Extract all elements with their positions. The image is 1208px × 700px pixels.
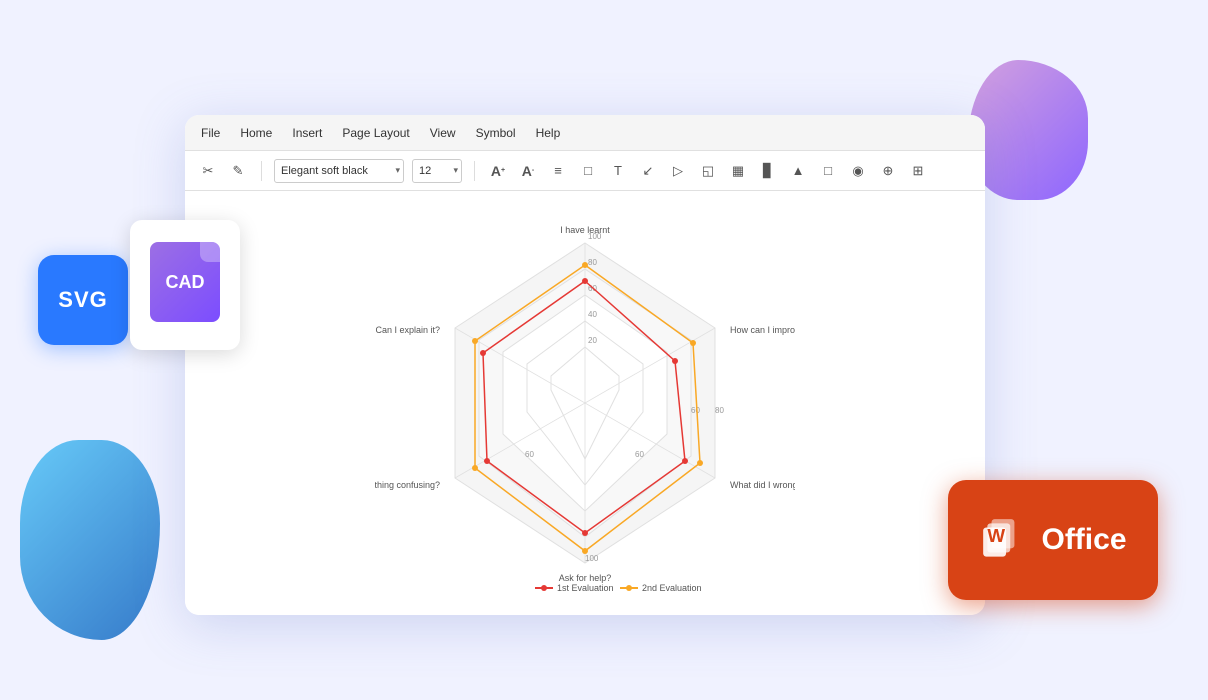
office-badge: W Office bbox=[948, 480, 1158, 600]
svg-text:1st Evaluation: 1st Evaluation bbox=[557, 583, 614, 593]
toolbar: ✂ ✎ Elegant soft black 12 A+ A- ≡ □ T ↙ … bbox=[185, 151, 985, 191]
font-name-select-wrap: Elegant soft black bbox=[274, 159, 404, 183]
bar-icon[interactable]: ▊ bbox=[757, 160, 779, 182]
menu-help[interactable]: Help bbox=[536, 126, 561, 140]
app-window: File Home Insert Page Layout View Symbol… bbox=[185, 115, 985, 615]
office-label: Office bbox=[1041, 523, 1126, 557]
canvas-area: 20 40 60 80 100 60 80 60 60 100 bbox=[185, 191, 985, 615]
font-grow-icon[interactable]: A+ bbox=[487, 160, 509, 182]
toolbar-separator-1 bbox=[261, 161, 262, 181]
font-size-select-wrap: 12 bbox=[412, 159, 462, 183]
svg-text:20: 20 bbox=[588, 336, 597, 345]
svg-text:Can I explain it?: Can I explain it? bbox=[375, 325, 440, 335]
menu-view[interactable]: View bbox=[430, 126, 456, 140]
menu-home[interactable]: Home bbox=[240, 126, 272, 140]
menu-insert[interactable]: Insert bbox=[292, 126, 322, 140]
arrow-icon[interactable]: ▷ bbox=[667, 160, 689, 182]
menu-symbol[interactable]: Symbol bbox=[476, 126, 516, 140]
font-size-select[interactable]: 12 bbox=[412, 159, 462, 183]
cad-file-badge: CAD bbox=[130, 220, 240, 350]
svg-file-badge: SVG bbox=[38, 255, 128, 345]
background-blob-purple bbox=[968, 60, 1088, 200]
rect-icon[interactable]: □ bbox=[577, 160, 599, 182]
background-blob-blue bbox=[20, 440, 160, 640]
triangle-icon[interactable]: ▲ bbox=[787, 160, 809, 182]
font-shrink-icon[interactable]: A- bbox=[517, 160, 539, 182]
toolbar-separator-2 bbox=[474, 161, 475, 181]
menu-bar: File Home Insert Page Layout View Symbol… bbox=[185, 115, 985, 151]
svg-text:Ask for help?: Ask for help? bbox=[559, 573, 612, 583]
table-icon[interactable]: ◱ bbox=[697, 160, 719, 182]
font-name-select[interactable]: Elegant soft black bbox=[274, 159, 404, 183]
svg-text:60: 60 bbox=[635, 450, 644, 459]
svg-text:60: 60 bbox=[525, 450, 534, 459]
menu-page-layout[interactable]: Page Layout bbox=[342, 126, 409, 140]
svg-text:60: 60 bbox=[691, 406, 700, 415]
svg-text:40: 40 bbox=[588, 310, 597, 319]
svg-text:80: 80 bbox=[715, 406, 724, 415]
svg-text:80: 80 bbox=[588, 258, 597, 267]
grid-icon[interactable]: ▦ bbox=[727, 160, 749, 182]
svg-text:What did I wrong?: What did I wrong? bbox=[730, 480, 795, 490]
shape-icon[interactable]: □ bbox=[817, 160, 839, 182]
svg-badge-label: SVG bbox=[58, 287, 107, 313]
align-icon[interactable]: ≡ bbox=[547, 160, 569, 182]
svg-text:Is anything confusing?: Is anything confusing? bbox=[375, 480, 440, 490]
svg-text:How can I improve?: How can I improve? bbox=[730, 325, 795, 335]
circle-icon[interactable]: ◉ bbox=[847, 160, 869, 182]
svg-text:2nd Evaluation: 2nd Evaluation bbox=[642, 583, 702, 593]
text-icon[interactable]: T bbox=[607, 160, 629, 182]
edit-icon[interactable]: ✎ bbox=[227, 160, 249, 182]
svg-text:100: 100 bbox=[585, 554, 599, 563]
corner-icon[interactable]: ↙ bbox=[637, 160, 659, 182]
radar-chart: 20 40 60 80 100 60 80 60 60 100 bbox=[375, 213, 795, 593]
plus-icon[interactable]: ⊕ bbox=[877, 160, 899, 182]
menu-file[interactable]: File bbox=[201, 126, 220, 140]
cross-icon[interactable]: ⊞ bbox=[907, 160, 929, 182]
cad-icon-area: CAD bbox=[150, 242, 220, 322]
office-icon: W bbox=[979, 515, 1029, 565]
cad-badge-label: CAD bbox=[166, 272, 205, 293]
svg-text:I have learnt: I have learnt bbox=[560, 225, 610, 235]
svg-text:W: W bbox=[988, 525, 1006, 546]
cut-icon[interactable]: ✂ bbox=[197, 160, 219, 182]
